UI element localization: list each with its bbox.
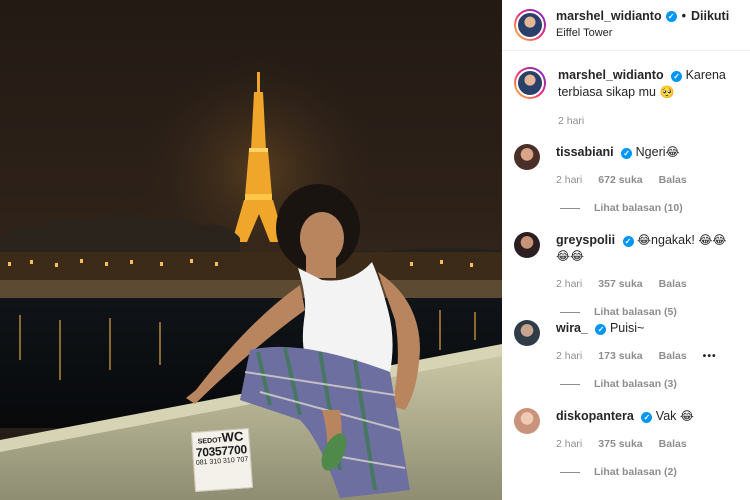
post-photo[interactable]: SEDOTWC 70357700 081 310 310 707 [0, 0, 502, 500]
pleading-face-emoji-icon: 🥺 [659, 85, 675, 99]
reply-button[interactable]: Balas [659, 172, 687, 188]
comment-like-count[interactable]: 357 suka [598, 276, 642, 292]
comment-like-count[interactable]: 173 suka [598, 348, 642, 364]
replies-divider [560, 311, 580, 313]
verified-badge-icon: ✓ [622, 236, 634, 247]
verified-badge-icon: ✓ [665, 11, 677, 22]
caption-username[interactable]: marshel_widianto [558, 68, 664, 82]
separator-dot: • [681, 9, 686, 23]
laughing-emoji-icon: 😂 [637, 233, 652, 247]
reply-button[interactable]: Balas [659, 348, 687, 364]
follow-status-button[interactable]: Diikuti [691, 9, 729, 24]
comment-text: Ngeri [635, 145, 666, 159]
author-username[interactable]: marshel_widianto [556, 9, 662, 24]
verified-badge-icon: ✓ [595, 324, 607, 335]
commenter-avatar[interactable] [514, 320, 540, 346]
post-header: marshel_widianto ✓ • Diikuti Eiffel Towe… [502, 0, 750, 51]
comment-timestamp[interactable]: 2 hari [556, 276, 582, 292]
sedot-wc-sign: SEDOTWC 70357700 081 310 310 707 [190, 428, 254, 492]
replies-divider [560, 471, 580, 473]
photo-scene [0, 0, 502, 500]
comment-meta: 2 hari 357 suka Balas [556, 276, 738, 292]
comment-username[interactable]: wira_ [556, 321, 588, 335]
verified-badge-icon: ✓ [671, 71, 683, 82]
comment-like-count[interactable]: 375 suka [598, 436, 642, 452]
commenter-avatar[interactable] [514, 232, 540, 258]
comment-item: diskopantera ✓ Vak 😂 2 hari 375 suka Bal… [502, 408, 750, 480]
view-replies-button[interactable]: Lihat balasan (3) [560, 376, 738, 392]
comment-item: greyspolii ✓ 😂ngakak! 😂😂😂😂 2 hari 357 su… [502, 232, 750, 320]
view-replies-label: Lihat balasan (3) [594, 378, 677, 390]
laughing-emoji-icon: 😂 [679, 409, 694, 423]
author-avatar[interactable] [514, 9, 546, 41]
caption-timestamp[interactable]: 2 hari [558, 113, 584, 130]
laughing-emoji-icon: 😂 [665, 145, 680, 159]
post-caption: marshel_widianto ✓ Karena terbiasa sikap… [502, 51, 750, 130]
comment-timestamp[interactable]: 2 hari [556, 172, 582, 188]
reply-button[interactable]: Balas [659, 436, 687, 452]
view-replies-label: Lihat balasan (2) [594, 466, 677, 478]
comment-username[interactable]: greyspolii [556, 233, 615, 247]
comment-like-count[interactable]: 672 suka [598, 172, 642, 188]
view-replies-label: Lihat balasan (5) [594, 306, 677, 318]
view-replies-button[interactable]: Lihat balasan (2) [560, 464, 738, 480]
commenter-avatar[interactable] [514, 408, 540, 434]
comment-timestamp[interactable]: 2 hari [556, 348, 582, 364]
comment-username[interactable]: tissabiani [556, 145, 614, 159]
comment-text: ngakak! [651, 233, 695, 247]
more-options-icon[interactable]: ••• [703, 348, 717, 364]
view-replies-label: Lihat balasan (10) [594, 202, 683, 214]
comment-meta: 2 hari 173 suka Balas ••• [556, 348, 738, 364]
comment-meta: 2 hari 375 suka Balas [556, 436, 738, 452]
view-replies-button[interactable]: Lihat balasan (5) [560, 304, 738, 320]
comment-meta: 2 hari 672 suka Balas [556, 172, 738, 188]
commenter-avatar[interactable] [514, 144, 540, 170]
verified-badge-icon: ✓ [621, 148, 633, 159]
post-side-panel: marshel_widianto ✓ • Diikuti Eiffel Towe… [502, 0, 750, 500]
comment-text: Vak [655, 409, 677, 423]
post-location[interactable]: Eiffel Tower [556, 26, 729, 41]
comment-timestamp[interactable]: 2 hari [556, 436, 582, 452]
comment-item: wira_ ✓ Puisi~ 2 hari 173 suka Balas •••… [502, 320, 750, 392]
reply-button[interactable]: Balas [659, 276, 687, 292]
verified-badge-icon: ✓ [641, 412, 653, 423]
caption-meta: 2 hari [558, 113, 738, 130]
comment-text: Puisi~ [609, 321, 645, 335]
view-replies-button[interactable]: Lihat balasan (10) [560, 200, 738, 216]
comment-username[interactable]: diskopantera [556, 409, 634, 423]
replies-divider [560, 207, 580, 209]
caption-author-avatar[interactable] [514, 67, 546, 99]
replies-divider [560, 383, 580, 385]
comment-item: tissabiani ✓ Ngeri😂 2 hari 672 suka Bala… [502, 144, 750, 216]
